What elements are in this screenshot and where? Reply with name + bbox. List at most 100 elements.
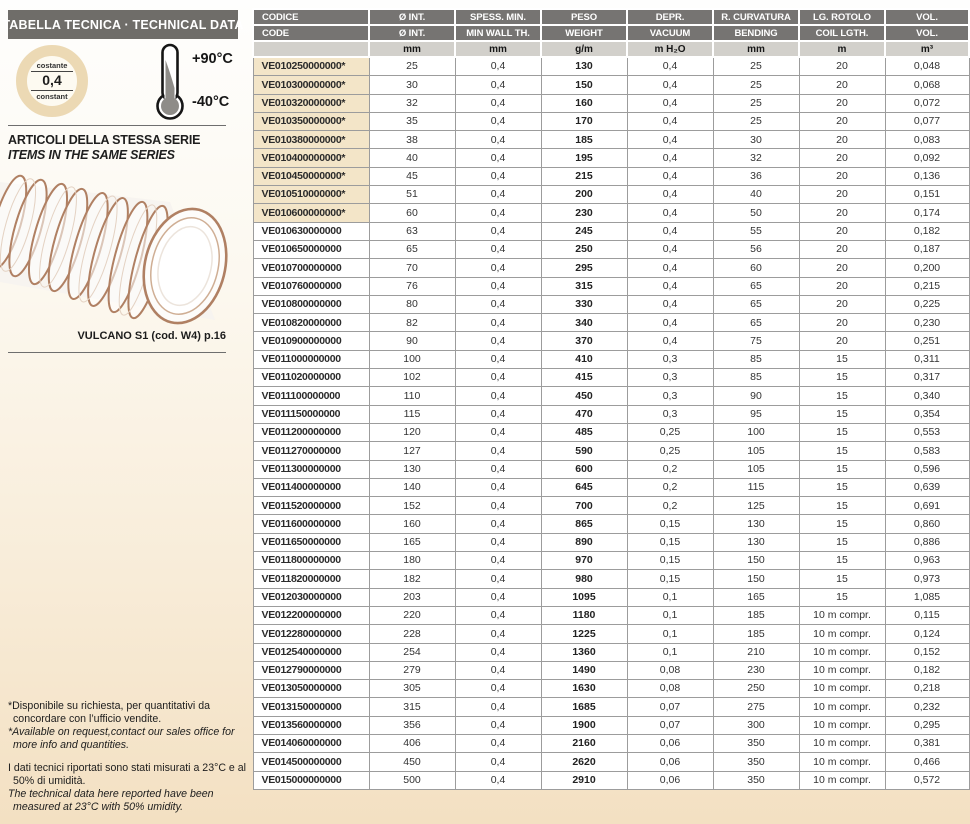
value-cell: 2620 bbox=[541, 753, 627, 771]
value-cell: 130 bbox=[369, 460, 455, 478]
code-cell: VE010800000000 bbox=[253, 295, 369, 313]
value-cell: 63 bbox=[369, 222, 455, 240]
note-availability-it: *Disponibile su richiesta, per quantitat… bbox=[8, 700, 251, 726]
value-cell: 15 bbox=[799, 369, 885, 387]
value-cell: 0,4 bbox=[627, 332, 713, 350]
table-row: VE010250000000*250,41300,425200,048 bbox=[253, 57, 969, 76]
value-cell: 0,4 bbox=[455, 131, 541, 149]
value-cell: 865 bbox=[541, 515, 627, 533]
value-cell: 203 bbox=[369, 588, 455, 606]
value-cell: 10 m compr. bbox=[799, 625, 885, 643]
code-cell: VE011800000000 bbox=[253, 552, 369, 570]
value-cell: 410 bbox=[541, 350, 627, 368]
value-cell: 115 bbox=[713, 478, 799, 496]
value-cell: 0,1 bbox=[627, 588, 713, 606]
value-cell: 0,077 bbox=[885, 112, 969, 130]
table-row: VE0116000000001600,48650,15130150,860 bbox=[253, 515, 969, 533]
value-cell: 0,886 bbox=[885, 533, 969, 551]
code-cell: VE011520000000 bbox=[253, 497, 369, 515]
value-cell: 130 bbox=[713, 515, 799, 533]
value-cell: 0,4 bbox=[455, 222, 541, 240]
value-cell: 0,4 bbox=[627, 295, 713, 313]
note-measurement-it: I dati tecnici riportati sono stati misu… bbox=[8, 762, 251, 788]
value-cell: 350 bbox=[713, 734, 799, 752]
column-header-it: PESO bbox=[541, 9, 627, 25]
constant-thickness-badge: costante 0,4 constant bbox=[16, 45, 88, 117]
table-row: VE0140600000004060,421600,0635010 m comp… bbox=[253, 734, 969, 752]
value-cell: 0,4 bbox=[455, 606, 541, 624]
value-cell: 150 bbox=[541, 76, 627, 94]
value-cell: 0,691 bbox=[885, 497, 969, 515]
code-cell: VE011020000000 bbox=[253, 369, 369, 387]
value-cell: 200 bbox=[541, 186, 627, 204]
code-cell: VE012030000000 bbox=[253, 588, 369, 606]
value-cell: 130 bbox=[713, 533, 799, 551]
value-cell: 2910 bbox=[541, 771, 627, 789]
code-cell: VE010250000000* bbox=[253, 57, 369, 76]
table-row: VE0122800000002280,412250,118510 m compr… bbox=[253, 625, 969, 643]
value-cell: 406 bbox=[369, 734, 455, 752]
column-unit: mm bbox=[455, 41, 541, 57]
value-cell: 56 bbox=[713, 240, 799, 258]
value-cell: 90 bbox=[713, 387, 799, 405]
value-cell: 0,083 bbox=[885, 131, 969, 149]
value-cell: 0,1 bbox=[627, 606, 713, 624]
column-header-en: Ø INT. bbox=[369, 25, 455, 41]
value-cell: 30 bbox=[369, 76, 455, 94]
value-cell: 370 bbox=[541, 332, 627, 350]
value-cell: 105 bbox=[713, 460, 799, 478]
value-cell: 0,4 bbox=[627, 314, 713, 332]
column-header-en: CODE bbox=[253, 25, 369, 41]
value-cell: 300 bbox=[713, 716, 799, 734]
value-cell: 0,4 bbox=[455, 442, 541, 460]
value-cell: 180 bbox=[369, 552, 455, 570]
value-cell: 15 bbox=[799, 478, 885, 496]
value-cell: 15 bbox=[799, 552, 885, 570]
column-header-it: SPESS. MIN. bbox=[455, 9, 541, 25]
value-cell: 0,174 bbox=[885, 204, 969, 222]
value-cell: 0,06 bbox=[627, 734, 713, 752]
table-row: VE0110200000001020,44150,385150,317 bbox=[253, 369, 969, 387]
value-cell: 450 bbox=[541, 387, 627, 405]
value-cell: 0,25 bbox=[627, 442, 713, 460]
table-row: VE010650000000650,42500,456200,187 bbox=[253, 240, 969, 258]
value-cell: 0,4 bbox=[455, 57, 541, 76]
value-cell: 0,4 bbox=[455, 112, 541, 130]
code-cell: VE013050000000 bbox=[253, 680, 369, 698]
value-cell: 0,151 bbox=[885, 186, 969, 204]
value-cell: 165 bbox=[713, 588, 799, 606]
value-cell: 0,225 bbox=[885, 295, 969, 313]
value-cell: 0,295 bbox=[885, 716, 969, 734]
value-cell: 0,3 bbox=[627, 387, 713, 405]
code-cell: VE011820000000 bbox=[253, 570, 369, 588]
table-row: VE0120300000002030,410950,1165151,085 bbox=[253, 588, 969, 606]
table-row: VE010380000000*380,41850,430200,083 bbox=[253, 131, 969, 149]
table-row: VE010320000000*320,41600,425200,072 bbox=[253, 94, 969, 112]
value-cell: 0,187 bbox=[885, 240, 969, 258]
code-cell: VE010400000000* bbox=[253, 149, 369, 167]
value-cell: 0,4 bbox=[455, 753, 541, 771]
value-cell: 32 bbox=[369, 94, 455, 112]
value-cell: 152 bbox=[369, 497, 455, 515]
temp-max-label: +90°C bbox=[192, 51, 233, 67]
value-cell: 0,136 bbox=[885, 167, 969, 185]
code-cell: VE011150000000 bbox=[253, 405, 369, 423]
value-cell: 350 bbox=[713, 753, 799, 771]
value-cell: 10 m compr. bbox=[799, 716, 885, 734]
value-cell: 15 bbox=[799, 588, 885, 606]
value-cell: 0,4 bbox=[455, 94, 541, 112]
value-cell: 10 m compr. bbox=[799, 734, 885, 752]
value-cell: 315 bbox=[369, 698, 455, 716]
value-cell: 0,4 bbox=[455, 314, 541, 332]
value-cell: 275 bbox=[713, 698, 799, 716]
table-row: VE0150000000005000,429100,0635010 m comp… bbox=[253, 771, 969, 789]
value-cell: 0,4 bbox=[627, 112, 713, 130]
series-heading-en: ITEMS IN THE SAME SERIES bbox=[8, 148, 175, 162]
value-cell: 0,4 bbox=[627, 240, 713, 258]
value-cell: 165 bbox=[369, 533, 455, 551]
value-cell: 0,4 bbox=[455, 204, 541, 222]
value-cell: 36 bbox=[713, 167, 799, 185]
value-cell: 0,4 bbox=[627, 222, 713, 240]
value-cell: 15 bbox=[799, 515, 885, 533]
value-cell: 1630 bbox=[541, 680, 627, 698]
